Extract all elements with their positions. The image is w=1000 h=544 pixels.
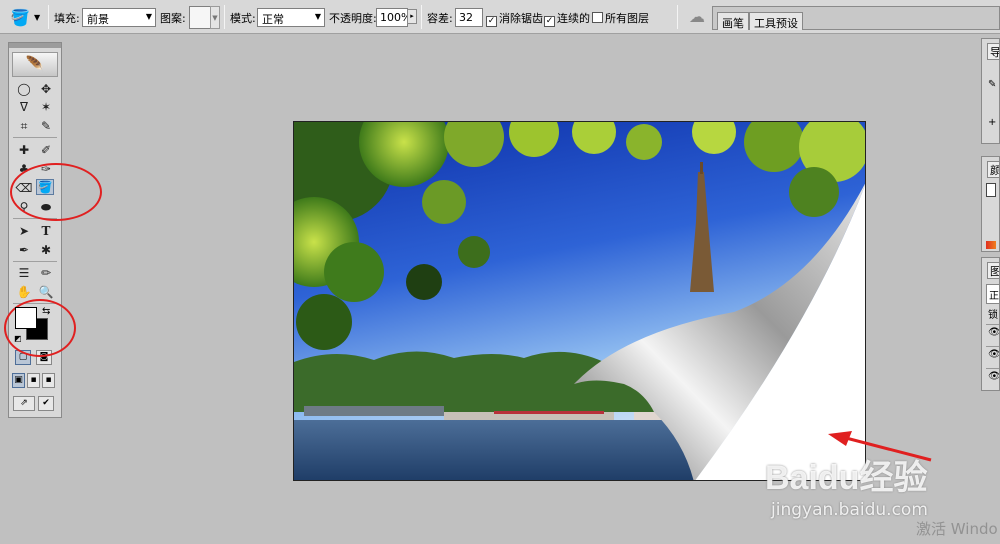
eiffel-tower-spire bbox=[700, 162, 703, 174]
mode-label: 模式: bbox=[230, 12, 256, 25]
eyedropper-icon[interactable]: ✎ bbox=[986, 79, 999, 99]
tool-preset-picker[interactable]: 🪣 ▼ bbox=[8, 7, 44, 29]
paint-bucket-icon: 🪣 bbox=[10, 8, 30, 27]
hand-tool-icon[interactable]: ✋ bbox=[15, 284, 33, 300]
watermark-url: jingyan.baidu.com bbox=[771, 500, 928, 520]
navigator-panel: 导 ✎ + bbox=[981, 38, 1000, 144]
all-layers-label: 所有图层 bbox=[605, 12, 649, 25]
slice-tool-icon[interactable]: ✎ bbox=[37, 118, 55, 134]
color-panel: 颜 bbox=[981, 156, 1000, 252]
opacity-label: 不透明度: bbox=[329, 12, 377, 25]
canvas-image bbox=[294, 122, 865, 480]
baidu-watermark: Baidu经验 jingyan.baidu.com bbox=[757, 446, 957, 526]
anti-alias-checkbox[interactable]: ✓ 消除锯齿 bbox=[486, 10, 543, 27]
move-tool-icon[interactable]: ✥ bbox=[37, 81, 55, 97]
marquee-tool-icon[interactable]: ◯ bbox=[15, 81, 33, 97]
zoom-tool-icon[interactable]: 🔍 bbox=[37, 284, 55, 300]
tab-tool-presets[interactable]: 工具预设 bbox=[749, 12, 803, 30]
path-selection-tool-icon[interactable]: ➤ bbox=[15, 223, 33, 239]
checkbox-box: ✓ bbox=[486, 16, 497, 27]
fill-select[interactable]: 前景 ▼ bbox=[82, 8, 156, 27]
custom-shape-tool-icon[interactable]: ✱ bbox=[37, 242, 55, 258]
opacity-input[interactable]: 100% bbox=[376, 8, 411, 27]
lock-label: 锁 bbox=[988, 310, 998, 321]
color-swatch[interactable] bbox=[986, 183, 996, 197]
divider bbox=[13, 261, 57, 262]
toolbox: 🪶 ◯ ✥ ᐁ ✶ ⌗ ✎ ✚ ✐ ♣ ✑ ⌫ 🪣 ⚲ ⬬ ➤ T ✒ ✱ ☰ … bbox=[8, 42, 62, 418]
chevron-down-icon: ▼ bbox=[34, 13, 41, 22]
river bbox=[294, 420, 694, 480]
fill-label: 填充: bbox=[54, 12, 80, 25]
toolbox-title-bar[interactable] bbox=[9, 43, 61, 48]
tolerance-input[interactable]: 32 bbox=[455, 8, 483, 27]
tab-color[interactable]: 颜 bbox=[987, 161, 999, 178]
anti-alias-label: 消除锯齿 bbox=[499, 12, 543, 25]
tab-navigator[interactable]: 导 bbox=[987, 43, 999, 60]
divider bbox=[224, 5, 225, 29]
jump-to-imageready-button[interactable]: ⇗ bbox=[13, 396, 35, 411]
type-tool-icon[interactable]: T bbox=[37, 223, 55, 239]
divider bbox=[48, 5, 49, 29]
healing-brush-tool-icon[interactable]: ✚ bbox=[15, 142, 33, 158]
document-canvas[interactable] bbox=[293, 121, 866, 481]
file-browser-icon: ☁ bbox=[689, 7, 705, 26]
blend-mode-select[interactable]: 正 bbox=[986, 284, 999, 304]
mode-select-value: 正常 bbox=[262, 13, 284, 26]
contiguous-checkbox[interactable]: ✓ 连续的 bbox=[544, 10, 590, 27]
layer-visibility-icon[interactable]: 👁 bbox=[986, 324, 999, 344]
pattern-dropdown-button[interactable]: ▼ bbox=[210, 6, 220, 29]
standard-screen-mode-button[interactable]: ▣ bbox=[12, 373, 25, 388]
layers-panel: 图 正 锁 👁 👁 👁 bbox=[981, 257, 1000, 391]
all-layers-checkbox[interactable]: 所有图层 bbox=[592, 10, 649, 26]
chevron-down-icon: ▼ bbox=[145, 12, 152, 21]
pen-tool-icon[interactable]: ✒ bbox=[15, 242, 33, 258]
brush-tool-icon[interactable]: ✐ bbox=[37, 142, 55, 158]
chevron-down-icon: ▼ bbox=[314, 12, 321, 21]
file-browser-button[interactable]: ☁ bbox=[683, 4, 713, 31]
foreground-color-swatch[interactable] bbox=[15, 307, 37, 329]
divider bbox=[677, 5, 678, 29]
layer-visibility-icon[interactable]: 👁 bbox=[986, 368, 999, 388]
crosshair-icon[interactable]: + bbox=[986, 117, 999, 137]
mode-select[interactable]: 正常 ▼ bbox=[257, 8, 325, 27]
windows-activation-notice: 激活 Windo bbox=[916, 520, 998, 538]
contiguous-label: 连续的 bbox=[557, 12, 590, 25]
checkbox-box: ✓ bbox=[544, 16, 555, 27]
full-screen-mode-button[interactable]: ▪ bbox=[42, 373, 55, 388]
options-bar: 🪣 ▼ 填充: 前景 ▼ 图案: ▼ 模式: 正常 ▼ 不透明度: 100% ▸… bbox=[0, 0, 1000, 34]
checkbox-box bbox=[592, 12, 603, 23]
fill-select-value: 前景 bbox=[87, 13, 109, 26]
opacity-slider-button[interactable]: ▸ bbox=[407, 9, 417, 24]
boat bbox=[304, 406, 444, 416]
pattern-label: 图案: bbox=[160, 12, 186, 25]
full-screen-menu-mode-button[interactable]: ▪ bbox=[27, 373, 40, 388]
boat-stripe bbox=[494, 411, 604, 414]
edit-in-imageready-button[interactable]: ✔ bbox=[38, 396, 54, 411]
layer-visibility-icon[interactable]: 👁 bbox=[986, 346, 999, 366]
annotation-circle-bucket-tool bbox=[10, 163, 102, 221]
lasso-tool-icon[interactable]: ᐁ bbox=[15, 99, 33, 115]
crop-tool-icon[interactable]: ⌗ bbox=[15, 118, 33, 134]
notes-tool-icon[interactable]: ☰ bbox=[15, 265, 33, 281]
color-ramp[interactable] bbox=[986, 241, 996, 249]
magic-wand-tool-icon[interactable]: ✶ bbox=[37, 99, 55, 115]
divider bbox=[421, 5, 422, 29]
divider bbox=[13, 137, 57, 138]
tolerance-label: 容差: bbox=[427, 12, 453, 25]
watermark-brand: Baidu经验 bbox=[765, 459, 928, 497]
palette-well: 画笔 工具预设 bbox=[712, 6, 1000, 30]
photoshop-feather-logo[interactable]: 🪶 bbox=[12, 52, 58, 77]
tab-brushes[interactable]: 画笔 bbox=[717, 12, 749, 30]
tab-layers[interactable]: 图 bbox=[987, 262, 999, 279]
eyedropper-tool-icon[interactable]: ✏ bbox=[37, 265, 55, 281]
